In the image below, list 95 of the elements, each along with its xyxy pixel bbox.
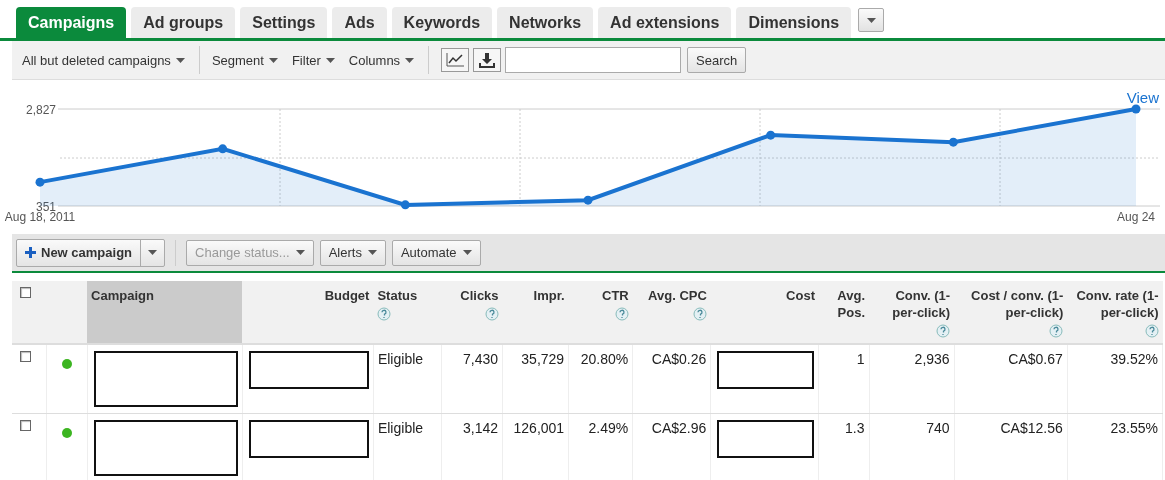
column-header[interactable]: Avg. CPC <box>632 281 711 344</box>
caret-icon <box>175 57 185 63</box>
column-label: Cost <box>785 287 815 304</box>
tab[interactable]: Networks <box>497 7 594 38</box>
column-header[interactable]: Avg. Pos. <box>818 281 870 344</box>
line-graph-icon <box>446 53 465 67</box>
help-icon[interactable] <box>936 323 951 338</box>
table-cell: 35,729 <box>521 351 565 367</box>
table-cell: 1 <box>856 351 865 367</box>
tab[interactable]: Dimensions <box>736 7 852 38</box>
help-icon[interactable] <box>1144 323 1159 338</box>
checkbox[interactable] <box>20 420 31 431</box>
column-label: Impr. <box>532 287 565 304</box>
table-cell: 3,142 <box>463 420 499 436</box>
data-point <box>218 144 228 154</box>
caret-icon <box>148 250 158 255</box>
tab[interactable]: Keywords <box>391 7 493 38</box>
tab[interactable]: Settings <box>240 7 328 38</box>
search-field[interactable] <box>505 47 682 73</box>
action-dropdown[interactable]: Alerts <box>319 239 386 266</box>
column-label: Campaign <box>91 287 155 304</box>
table-cell: 7,430 <box>463 351 499 367</box>
download-button[interactable] <box>473 48 502 72</box>
view-filter-dropdown[interactable]: All but deleted campaigns <box>22 52 199 68</box>
column-label: Conv. (1-per-click) <box>891 287 951 321</box>
table-cell: 20.80% <box>580 351 629 367</box>
column-label: CTR <box>601 287 629 304</box>
caret-icon <box>268 57 278 63</box>
help-icon[interactable] <box>614 306 629 321</box>
plus-icon <box>25 247 36 258</box>
checkbox[interactable] <box>20 287 31 298</box>
toolbar-menu[interactable]: Columns <box>348 52 429 68</box>
help-icon[interactable] <box>692 306 707 321</box>
column-header[interactable]: Impr. <box>502 281 569 344</box>
table-cell: CA$0.67 <box>1008 351 1063 367</box>
table-cell: 126,001 <box>513 420 565 436</box>
column-header[interactable]: Status <box>373 281 442 344</box>
caret-icon <box>367 250 377 255</box>
table-cell: CA$0.26 <box>651 351 707 367</box>
table-cell: 1.3 <box>845 420 865 436</box>
column-header[interactable]: Cost <box>710 281 819 344</box>
caret-icon <box>325 57 335 63</box>
table-cell: CA$2.96 <box>651 420 707 436</box>
column-label: Clicks <box>459 287 499 304</box>
data-point <box>766 130 776 140</box>
column-label: Status <box>377 287 419 304</box>
caret-icon <box>866 17 876 23</box>
column-header[interactable]: Budget <box>242 281 374 344</box>
column-header[interactable]: Conv. (1-per-click) <box>869 281 955 344</box>
caret-icon <box>405 57 415 63</box>
tab[interactable]: Ad extensions <box>598 7 732 38</box>
checkbox[interactable] <box>20 351 31 362</box>
table-cell: 2.49% <box>588 420 629 436</box>
download-icon <box>479 52 496 68</box>
x-tick-label: Aug 24 <box>1117 210 1155 224</box>
tab[interactable]: Ad groups <box>131 7 236 38</box>
column-label: Avg. CPC <box>647 287 707 304</box>
data-point <box>35 177 45 187</box>
data-point <box>1131 104 1141 114</box>
toolbar-menu[interactable]: Segment <box>211 52 292 68</box>
column-header[interactable]: Conv. rate (1-per-click) <box>1067 281 1163 344</box>
search-button[interactable]: Search <box>687 47 747 73</box>
y-tick-label: 2,827 <box>25 103 56 117</box>
action-dropdown[interactable]: Automate <box>391 239 481 266</box>
column-header[interactable]: CTR <box>568 281 633 344</box>
more-tabs-button[interactable] <box>858 8 885 32</box>
view-link[interactable]: View <box>1126 89 1159 106</box>
tab[interactable]: Campaigns <box>16 7 127 38</box>
toolbar-menu[interactable]: Filter <box>291 52 349 68</box>
new-campaign-button[interactable]: New campaign <box>17 239 141 266</box>
table-cell: 2,936 <box>914 351 950 367</box>
table-cell: CA$12.56 <box>1000 420 1063 436</box>
table-cell: Eligible <box>377 351 424 367</box>
help-icon[interactable] <box>377 306 392 321</box>
data-point <box>400 200 410 210</box>
table-cell: Eligible <box>377 420 424 436</box>
table-cell: 39.52% <box>1110 351 1158 367</box>
column-header[interactable]: Clicks <box>441 281 503 344</box>
table-cell: 23.55% <box>1110 420 1158 436</box>
help-icon[interactable] <box>484 306 499 321</box>
column-header[interactable]: Cost / conv. (1-per-click) <box>954 281 1068 344</box>
graph-button[interactable] <box>441 48 470 72</box>
caret-icon <box>462 250 472 255</box>
tab[interactable]: Ads <box>332 7 387 38</box>
column-header[interactable]: Campaign <box>87 281 243 344</box>
data-point <box>583 195 593 205</box>
column-label: Cost / conv. (1-per-click) <box>970 287 1064 321</box>
column-label: Conv. rate (1-per-click) <box>1075 287 1159 321</box>
caret-icon <box>295 250 305 255</box>
table-cell: 740 <box>926 420 950 436</box>
column-label: Avg. Pos. <box>836 287 866 321</box>
data-point <box>948 137 958 147</box>
help-icon[interactable] <box>1049 323 1064 338</box>
new-campaign-split-button[interactable]: New campaign <box>16 238 166 267</box>
column-label: Budget <box>323 287 370 304</box>
